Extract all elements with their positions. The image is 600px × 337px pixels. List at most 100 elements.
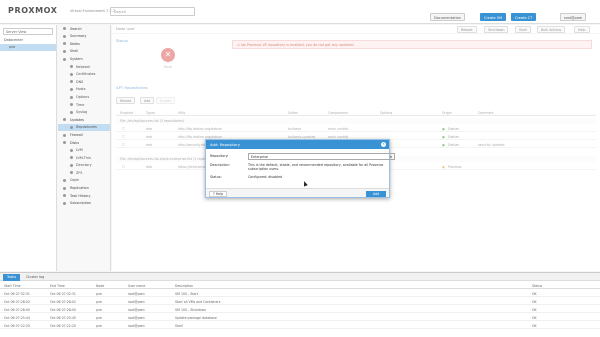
- nav-icon: [70, 156, 73, 160]
- nav-item-system[interactable]: System: [58, 55, 110, 63]
- nav-item-label: Summary: [70, 34, 87, 39]
- col-description[interactable]: Description: [175, 284, 193, 288]
- log-cell-desc: VM 100 - Start: [175, 291, 198, 296]
- dialog-add-button[interactable]: Add: [366, 190, 386, 197]
- nav-item-label: Directory: [76, 163, 92, 168]
- nav-item-label: Hosts: [76, 87, 86, 92]
- log-cell-user: root@pam: [128, 299, 145, 304]
- nav-icon: [70, 65, 73, 69]
- nav-icon: [63, 201, 66, 205]
- nav-item-certificates[interactable]: Certificates: [58, 71, 110, 79]
- nav-item-label: DNS: [76, 79, 84, 84]
- log-cell-user: root@pam: [128, 291, 145, 296]
- tab-tasks[interactable]: Tasks: [3, 274, 21, 281]
- log-cell-desc: Shell: [175, 323, 183, 328]
- nav-item-disks[interactable]: Disks: [58, 139, 110, 147]
- nav-item-options[interactable]: Options: [58, 93, 110, 101]
- col-user-name[interactable]: User name: [128, 284, 145, 288]
- nav-item-ceph[interactable]: Ceph: [58, 177, 110, 185]
- dialog-help-button[interactable]: ? Help: [209, 190, 227, 197]
- documentation-button[interactable]: Documentation: [430, 13, 465, 21]
- nav-item-label: Syslog: [76, 110, 88, 115]
- repository-select-value: Enterprise: [251, 155, 268, 160]
- nav-item-label: Certificates: [76, 72, 96, 77]
- log-cell-node: pve: [96, 291, 102, 296]
- log-row[interactable]: Oct 06 07:28:02 Oct 06 07:28:02 pve root@pa…: [0, 298, 600, 305]
- log-row[interactable]: Oct 06 07:32:31 Oct 06 07:32:31 pve root@pa…: [0, 290, 600, 297]
- log-row[interactable]: Oct 06 07:22:20 Oct 06 07:22:20 pve root@pa…: [0, 322, 600, 329]
- nav-item-firewall[interactable]: Firewall: [58, 131, 110, 139]
- nav-item-updates[interactable]: Updates: [58, 116, 110, 124]
- user-menu-button[interactable]: root@pam: [560, 13, 587, 21]
- log-cell-status: OK: [532, 291, 537, 296]
- log-row[interactable]: Oct 06 07:25:44 Oct 06 07:25:45 pve root@pa…: [0, 314, 600, 321]
- nav-item-label: Ceph: [70, 178, 79, 183]
- nav-item-search[interactable]: Search: [58, 25, 110, 33]
- dialog-footer: ? Help Add: [206, 188, 389, 197]
- log-cell-start: Oct 06 07:28:02: [4, 299, 30, 304]
- log-cell-end: Oct 06 07:22:20: [50, 323, 76, 328]
- status-field-label: Status:: [210, 175, 222, 179]
- nav-item-syslog[interactable]: Syslog: [58, 109, 110, 117]
- nav-item-hosts[interactable]: Hosts: [58, 86, 110, 94]
- version-label: Virtual Environment 7.2-7: [70, 9, 116, 13]
- search-input[interactable]: Search: [110, 7, 195, 16]
- col-end-time[interactable]: End Time: [50, 284, 65, 288]
- nav-icon: [70, 80, 73, 84]
- nav-icon: [63, 49, 66, 53]
- nav-item-lvm-thin[interactable]: LVM-Thin: [58, 154, 110, 162]
- nav-item-lvm[interactable]: LVM: [58, 147, 110, 155]
- nav-item-zfs[interactable]: ZFS: [58, 169, 110, 177]
- nav-item-notes[interactable]: Notes: [58, 40, 110, 48]
- log-cell-status: OK: [532, 307, 537, 312]
- log-cell-desc: Update package database: [175, 315, 217, 320]
- nav-icon: [63, 118, 66, 122]
- nav-item-subscription[interactable]: Subscription: [58, 200, 110, 208]
- nav-item-time[interactable]: Time: [58, 101, 110, 109]
- nav-item-task-history[interactable]: Task History: [58, 192, 110, 200]
- log-row[interactable]: Oct 06 07:28:00 Oct 06 07:28:00 pve root@pa…: [0, 306, 600, 313]
- nav-item-summary[interactable]: Summary: [58, 33, 110, 41]
- nav-item-dns[interactable]: DNS: [58, 78, 110, 86]
- log-cell-status: OK: [532, 299, 537, 304]
- view-select[interactable]: Server View: [3, 28, 53, 35]
- nav-icon: [70, 95, 73, 99]
- tree-item-datacenter[interactable]: Datacenter: [0, 37, 56, 44]
- nav-item-directory[interactable]: Directory: [58, 162, 110, 170]
- nav-icon: [63, 179, 66, 183]
- nav-item-label: Shell: [70, 49, 79, 54]
- log-cell-end: Oct 06 07:28:00: [50, 307, 76, 312]
- nav-icon: [70, 103, 73, 107]
- proxmox-logo: PROXMOX: [8, 6, 58, 15]
- create-ct-button[interactable]: Create CT: [511, 13, 537, 21]
- close-icon[interactable]: ✕: [381, 142, 386, 147]
- nav-icon: [63, 34, 66, 38]
- col-start-time[interactable]: Start Time: [4, 284, 21, 288]
- create-vm-button[interactable]: Create VM: [480, 13, 507, 21]
- nav-icon: [70, 125, 73, 129]
- nav-icon: [63, 194, 66, 198]
- chevron-down-icon[interactable]: ▼: [390, 155, 392, 159]
- log-cell-start: Oct 06 07:28:00: [4, 307, 30, 312]
- nav-item-label: Task History: [70, 193, 91, 198]
- log-cell-start: Oct 06 07:25:44: [4, 315, 30, 320]
- nav-item-label: System: [70, 56, 83, 61]
- col-status[interactable]: Status: [532, 284, 542, 288]
- log-cell-end: Oct 06 07:25:45: [50, 315, 76, 320]
- tab-cluster-log[interactable]: Cluster log: [22, 274, 48, 281]
- tree-item-node[interactable]: pve: [0, 44, 56, 51]
- col-node[interactable]: Node: [96, 284, 104, 288]
- resource-tree-panel: Server View Datacenter pve: [0, 25, 57, 271]
- log-cell-user: root@pam: [128, 307, 145, 312]
- nav-item-shell[interactable]: Shell: [58, 48, 110, 56]
- nav-item-label: LVM-Thin: [76, 155, 91, 160]
- log-cell-end: Oct 06 07:32:31: [50, 291, 76, 296]
- nav-item-label: Search: [70, 26, 82, 31]
- nav-icon: [70, 163, 73, 167]
- nav-item-replication[interactable]: Replication: [58, 184, 110, 192]
- log-cell-status: OK: [532, 315, 537, 320]
- repository-select[interactable]: Enterprise ▼: [248, 153, 395, 160]
- nav-item-repositories[interactable]: Repositories: [58, 123, 110, 132]
- nav-item-network[interactable]: Network: [58, 63, 110, 71]
- status-field-value: Configured: disabled: [248, 175, 283, 179]
